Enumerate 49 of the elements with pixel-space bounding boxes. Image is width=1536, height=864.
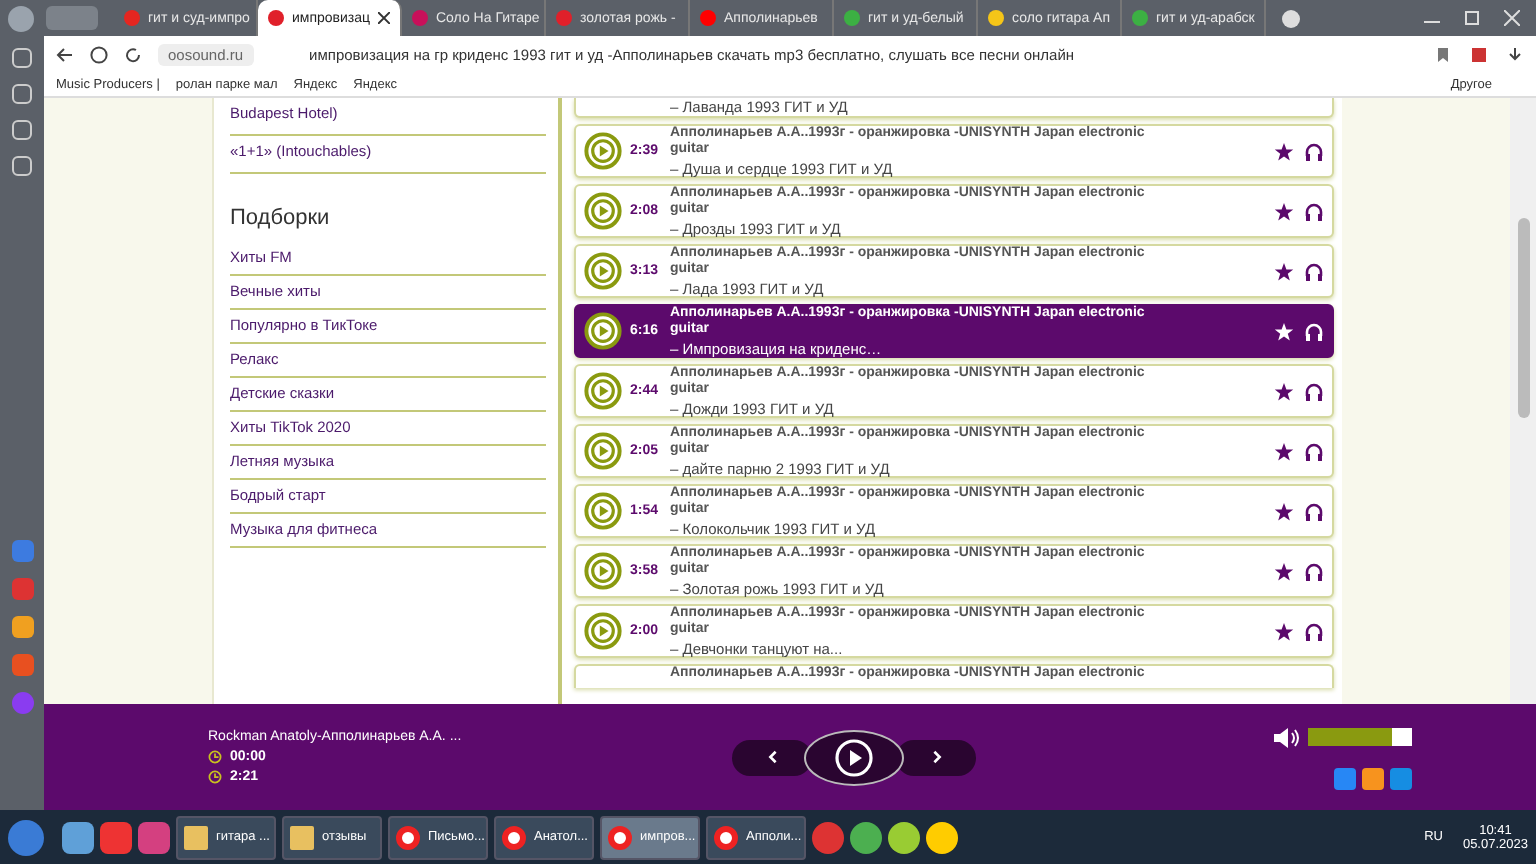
volume-icon[interactable] [1272, 725, 1300, 749]
headphones-icon[interactable] [1304, 501, 1324, 521]
star-icon[interactable] [1274, 261, 1294, 281]
headphones-icon[interactable] [1304, 141, 1324, 161]
play-icon[interactable] [584, 312, 622, 350]
new-tab-icon[interactable] [1282, 9, 1300, 27]
browser-icon [714, 825, 738, 849]
star-icon[interactable] [1274, 321, 1294, 341]
close-icon[interactable] [378, 12, 390, 24]
star-icon[interactable] [1274, 441, 1294, 461]
profile-avatar[interactable] [8, 5, 34, 31]
headphones-icon[interactable] [1304, 261, 1324, 281]
headphones-icon[interactable] [1304, 621, 1324, 641]
play-icon [834, 737, 874, 777]
app-icon[interactable] [62, 821, 94, 853]
folder-icon [184, 825, 208, 849]
star-icon[interactable] [1274, 501, 1294, 521]
star-icon[interactable] [1274, 561, 1294, 581]
headphones-icon[interactable] [1304, 201, 1324, 221]
browser-icon [396, 825, 420, 849]
app-icon[interactable] [926, 821, 958, 853]
scrollbar-thumb[interactable] [1517, 218, 1529, 418]
reload-icon[interactable] [124, 45, 142, 63]
chevron-right-icon [929, 750, 943, 764]
app-icon[interactable] [888, 821, 920, 853]
star-icon[interactable] [1274, 621, 1294, 641]
next-button[interactable] [896, 739, 976, 775]
play-button[interactable] [804, 729, 904, 785]
headphones-icon[interactable] [1304, 441, 1324, 461]
back-icon[interactable] [56, 45, 74, 63]
clock-icon [208, 770, 222, 784]
folder-icon [290, 825, 314, 849]
headphones-icon[interactable] [1304, 561, 1324, 581]
bookmark-icon[interactable] [1434, 45, 1452, 63]
browser-icon [608, 825, 632, 849]
restore-icon[interactable] [1464, 10, 1480, 26]
clock-icon [208, 750, 222, 764]
section-heading: Подборки [230, 206, 332, 230]
download-icon[interactable] [1506, 45, 1524, 63]
previous-button[interactable] [732, 739, 812, 775]
headphones-icon[interactable] [1304, 381, 1324, 401]
start-button[interactable] [8, 819, 44, 855]
headphones-icon[interactable] [1304, 321, 1324, 341]
chevron-left-icon [765, 750, 779, 764]
star-icon[interactable] [1274, 141, 1294, 161]
browser-icon [502, 825, 526, 849]
volume-slider[interactable] [1308, 728, 1412, 746]
star-icon[interactable] [1274, 201, 1294, 221]
star-icon[interactable] [1274, 381, 1294, 401]
